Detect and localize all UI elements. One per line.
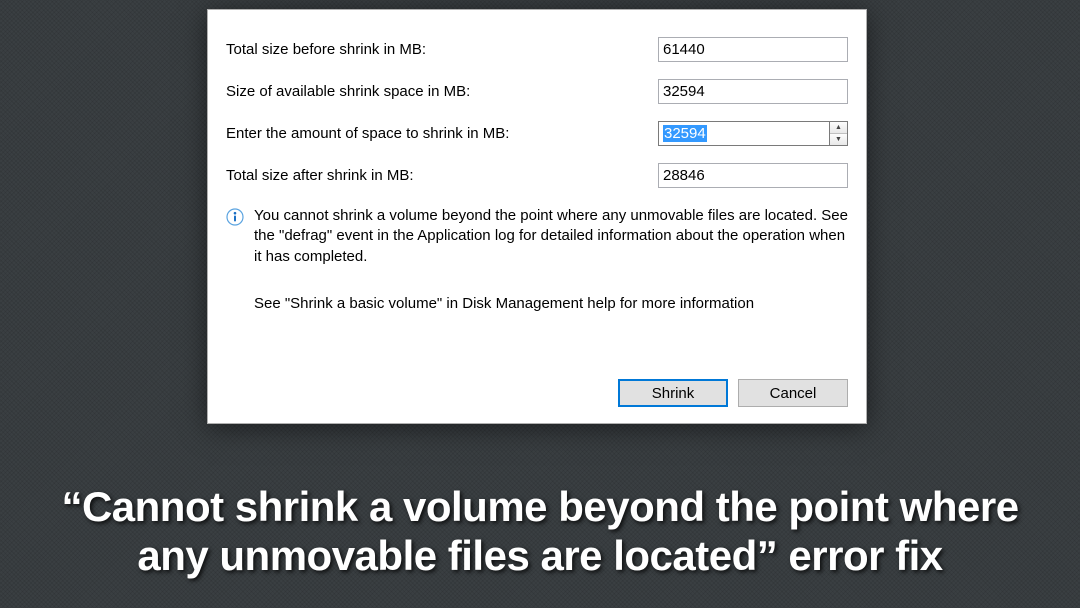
spinner-buttons: ▲ ▼ [830, 121, 848, 146]
info-icon [226, 208, 244, 226]
amount-input[interactable]: 32594 [658, 121, 830, 146]
info-subtext: See "Shrink a basic volume" in Disk Mana… [208, 267, 866, 312]
caption-overlay: “Cannot shrink a volume beyond the point… [0, 483, 1080, 580]
amount-value-selected: 32594 [663, 125, 707, 142]
spinner-down-button[interactable]: ▼ [830, 134, 847, 145]
value-total-after: 28846 [658, 163, 848, 188]
chevron-down-icon: ▼ [835, 136, 842, 143]
shrink-button[interactable]: Shrink [618, 379, 728, 407]
label-total-before: Total size before shrink in MB: [226, 41, 658, 58]
caption-line-1: “Cannot shrink a volume beyond the point… [0, 483, 1080, 531]
info-section: You cannot shrink a volume beyond the po… [208, 196, 866, 267]
label-amount: Enter the amount of space to shrink in M… [226, 125, 658, 142]
chevron-up-icon: ▲ [835, 124, 842, 131]
caption-line-2: any unmovable files are located” error f… [0, 532, 1080, 580]
label-available: Size of available shrink space in MB: [226, 83, 658, 100]
value-total-before: 61440 [658, 37, 848, 62]
row-total-after: Total size after shrink in MB: 28846 [226, 154, 848, 196]
spinner-up-button[interactable]: ▲ [830, 122, 847, 134]
row-amount: Enter the amount of space to shrink in M… [226, 112, 848, 154]
button-bar: Shrink Cancel [618, 379, 848, 407]
shrink-volume-dialog: Total size before shrink in MB: 61440 Si… [207, 9, 867, 424]
cancel-button[interactable]: Cancel [738, 379, 848, 407]
row-available: Size of available shrink space in MB: 32… [226, 70, 848, 112]
amount-spinner[interactable]: 32594 ▲ ▼ [658, 121, 848, 146]
row-total-before: Total size before shrink in MB: 61440 [226, 28, 848, 70]
value-available: 32594 [658, 79, 848, 104]
form-area: Total size before shrink in MB: 61440 Si… [208, 10, 866, 196]
info-text: You cannot shrink a volume beyond the po… [254, 206, 848, 267]
label-total-after: Total size after shrink in MB: [226, 167, 658, 184]
